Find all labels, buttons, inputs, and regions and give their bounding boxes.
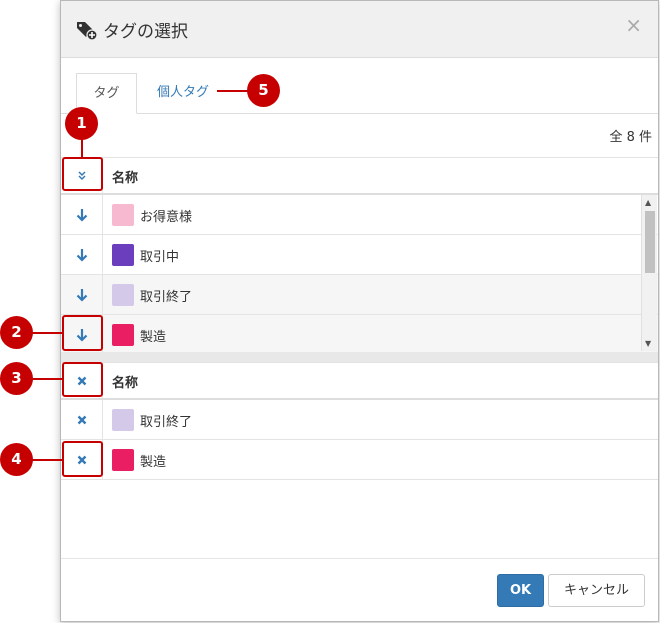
remove-icon bbox=[77, 415, 86, 424]
tag-name: 製造 bbox=[140, 330, 167, 345]
callout-highlight-1 bbox=[62, 157, 103, 191]
callout-line-3 bbox=[32, 378, 62, 380]
tab-bar: タグ 個人タグ bbox=[61, 58, 658, 114]
list-scrollbar[interactable]: ▲ ▼ bbox=[641, 195, 657, 351]
callout-highlight-4 bbox=[62, 441, 103, 477]
scroll-up-icon[interactable]: ▲ bbox=[645, 198, 651, 207]
add-tag-button[interactable] bbox=[61, 275, 103, 314]
dialog-title: タグの選択 bbox=[103, 22, 188, 42]
tag-select-dialog: タグの選択 × タグ 個人タグ 全 8 件 名称 お得意様 取引中 取引終了 製… bbox=[60, 0, 659, 622]
section-divider bbox=[61, 352, 658, 362]
callout-badge-3: 3 bbox=[0, 362, 33, 395]
tag-name: お得意様 bbox=[140, 210, 193, 225]
arrow-down-icon bbox=[76, 208, 87, 222]
scrollbar-thumb[interactable] bbox=[645, 211, 655, 273]
list-item: 取引終了 bbox=[61, 400, 658, 440]
callout-line-4 bbox=[32, 459, 62, 461]
callout-badge-2: 2 bbox=[0, 316, 33, 349]
arrow-down-icon bbox=[76, 248, 87, 262]
column-header-name: 名称 bbox=[112, 171, 139, 186]
arrow-down-icon bbox=[76, 288, 87, 302]
selected-table-header: 名称 bbox=[61, 362, 658, 400]
callout-badge-4: 4 bbox=[0, 443, 33, 476]
add-tag-button[interactable] bbox=[61, 235, 103, 274]
scroll-down-icon[interactable]: ▼ bbox=[645, 339, 651, 348]
list-item: 取引終了 bbox=[61, 275, 658, 315]
callout-highlight-2 bbox=[62, 315, 103, 351]
dialog-header: タグの選択 × bbox=[61, 1, 658, 58]
available-tag-list: お得意様 取引中 取引終了 製造 bbox=[61, 195, 658, 352]
tag-color-swatch bbox=[112, 204, 134, 226]
tag-name: 取引終了 bbox=[140, 415, 193, 430]
callout-badge-1: 1 bbox=[65, 107, 98, 140]
selected-tag-list: 取引終了 製造 bbox=[61, 400, 658, 482]
ok-button[interactable]: OK bbox=[497, 574, 544, 607]
callout-badge-5: 5 bbox=[247, 74, 280, 107]
callout-highlight-3 bbox=[62, 362, 103, 397]
tag-name: 取引終了 bbox=[140, 290, 193, 305]
tag-color-swatch bbox=[112, 324, 134, 346]
tag-color-swatch bbox=[112, 409, 134, 431]
column-header-name: 名称 bbox=[112, 376, 139, 391]
tag-name: 製造 bbox=[140, 455, 167, 470]
list-item: 製造 bbox=[61, 315, 658, 352]
close-icon[interactable]: × bbox=[625, 13, 642, 37]
tag-color-swatch bbox=[112, 244, 134, 266]
callout-line-5 bbox=[217, 90, 248, 92]
tag-name: 取引中 bbox=[140, 250, 180, 265]
item-count: 全 8 件 bbox=[609, 130, 652, 145]
tag-color-swatch bbox=[112, 284, 134, 306]
list-item: 製造 bbox=[61, 440, 658, 480]
add-tag-button[interactable] bbox=[61, 195, 103, 234]
dialog-footer: OK キャンセル bbox=[61, 558, 658, 623]
remove-tag-button[interactable] bbox=[61, 400, 103, 439]
list-item: 取引中 bbox=[61, 235, 658, 275]
tab-personal-tags[interactable]: 個人タグ bbox=[141, 73, 225, 114]
list-item: お得意様 bbox=[61, 195, 658, 235]
tag-color-swatch bbox=[112, 449, 134, 471]
available-table-header: 名称 bbox=[61, 157, 658, 195]
callout-line-2 bbox=[32, 332, 62, 334]
tag-add-icon bbox=[77, 22, 98, 40]
cancel-button[interactable]: キャンセル bbox=[548, 574, 645, 607]
